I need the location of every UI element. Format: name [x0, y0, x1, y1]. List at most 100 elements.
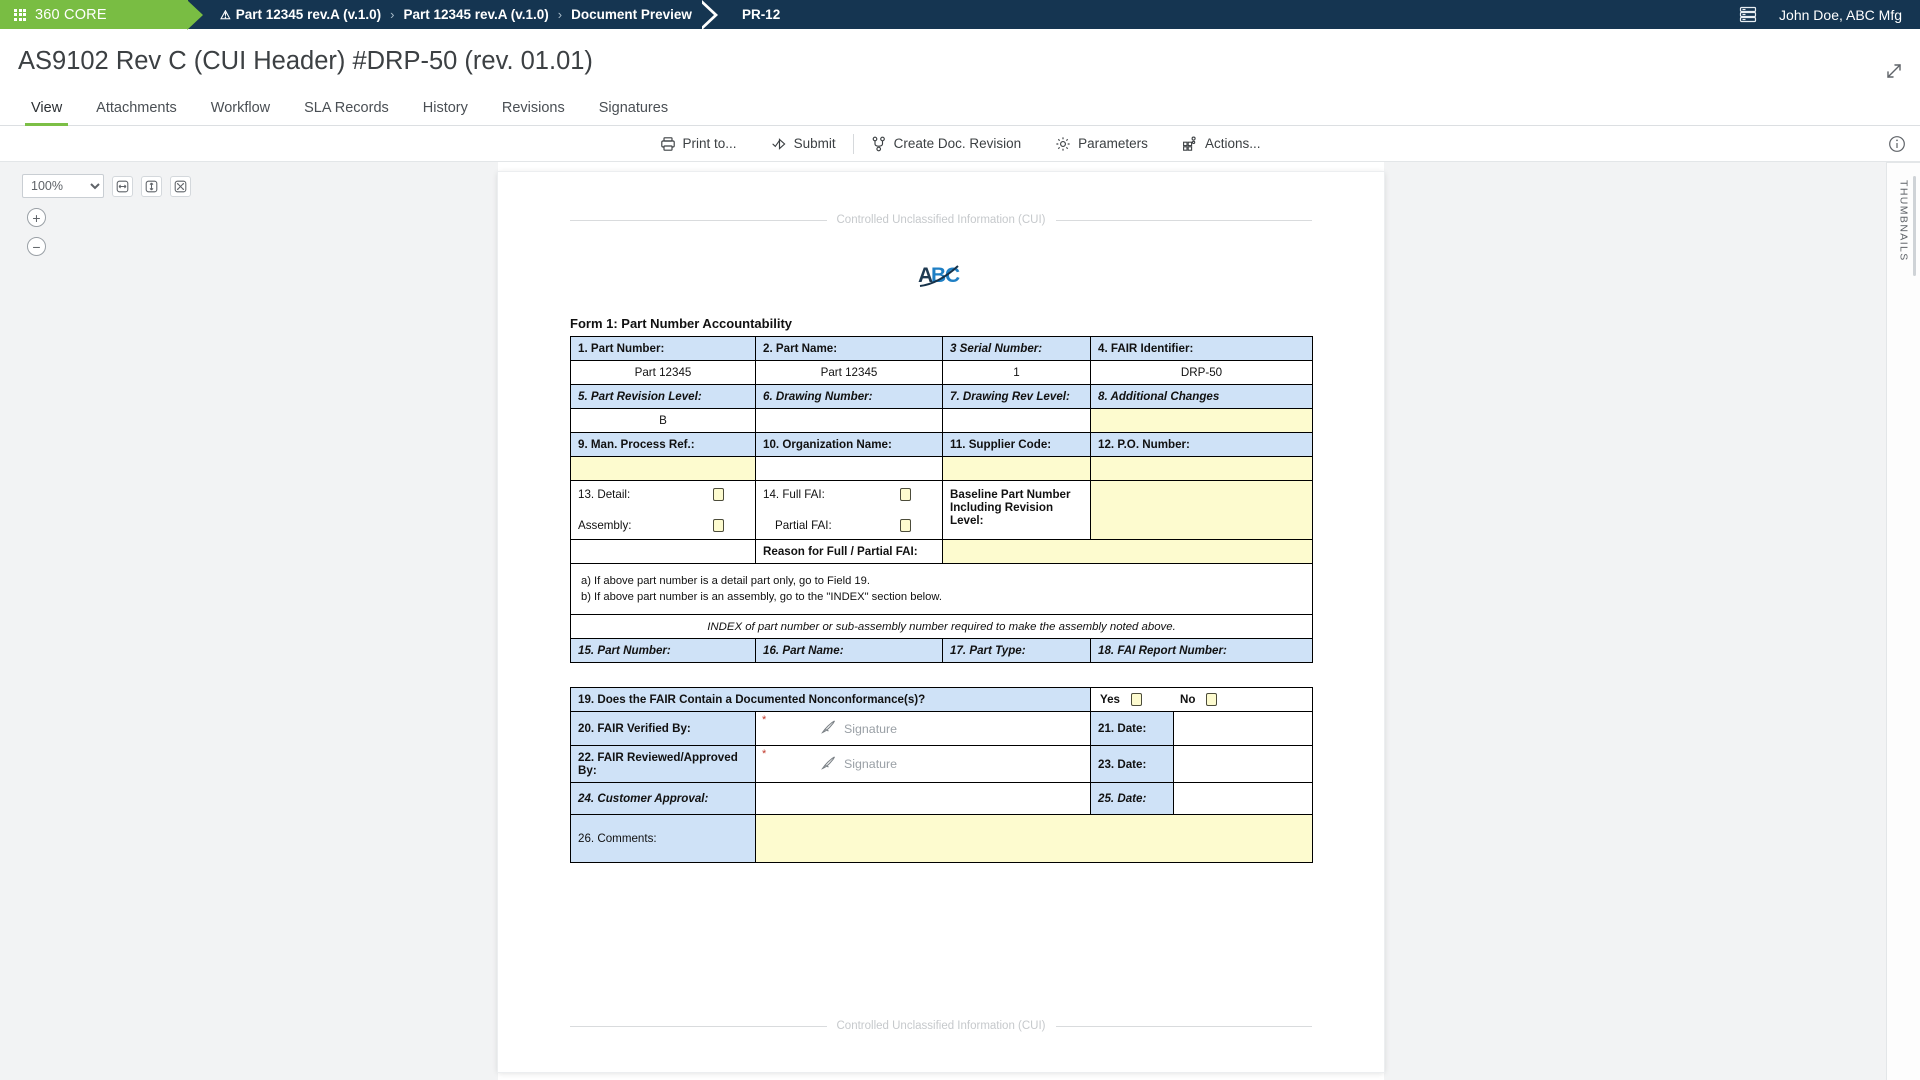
field-25-value[interactable]	[1173, 782, 1313, 815]
viewer-background-right	[1384, 162, 1920, 1080]
empty-cell	[570, 539, 756, 564]
field-12-value[interactable]	[1090, 456, 1313, 481]
fit-page-icon[interactable]	[141, 175, 162, 197]
table-row: 22. FAIR Reviewed/Approved By: * Signatu…	[570, 745, 1313, 783]
part-number-accountability-table: 1. Part Number: 2. Part Name: 3 Serial N…	[570, 336, 1313, 664]
table-row: 19. Does the FAIR Contain a Documented N…	[570, 687, 1313, 712]
topbar-right-group: John Doe, ABC Mfg	[1739, 0, 1920, 29]
field-23-value[interactable]	[1173, 745, 1313, 783]
field-8-label: 8. Additional Changes	[1090, 384, 1313, 409]
tab-workflow[interactable]: Workflow	[194, 94, 287, 125]
field-20-label: 20. FAIR Verified By:	[570, 711, 756, 746]
print-to-button[interactable]: Print to...	[643, 126, 754, 161]
top-navigation-bar: 360 CORE ⚠ Part 12345 rev.A (v.1.0) › Pa…	[0, 0, 1920, 30]
thumbnails-label: THUMBNAILS	[1897, 180, 1910, 262]
field-6-value[interactable]	[755, 408, 943, 433]
zoom-in-icon[interactable]: +	[27, 208, 46, 227]
zoom-select[interactable]: 100%	[22, 174, 104, 198]
assembly-checkbox[interactable]	[713, 519, 724, 532]
table-row: 26. Comments:	[570, 814, 1313, 863]
field-26-value[interactable]	[755, 814, 1313, 863]
table-row: INDEX of part number or sub-assembly num…	[570, 614, 1313, 640]
breadcrumb-item-3[interactable]: Document Preview	[571, 7, 692, 22]
reason-fai-value[interactable]	[942, 539, 1313, 564]
tab-view[interactable]: View	[14, 94, 79, 126]
field-9-label: 9. Man. Process Ref.:	[570, 432, 756, 457]
tab-signatures[interactable]: Signatures	[582, 94, 685, 125]
field-20-signature-cell[interactable]: * Signature	[755, 711, 1091, 746]
field-24-label: 24. Customer Approval:	[570, 782, 756, 815]
document-viewer: 100% + − Controlled Unclassified Informa…	[0, 162, 1920, 1080]
cui-banner-bottom: Controlled Unclassified Information (CUI…	[570, 1020, 1312, 1032]
field-11-label: 11. Supplier Code:	[942, 432, 1091, 457]
branch-icon	[871, 136, 887, 152]
field-9-value[interactable]	[570, 456, 756, 481]
field-22-signature-cell[interactable]: * Signature	[755, 745, 1091, 783]
fit-width-icon[interactable]	[112, 175, 133, 197]
table-row: 15. Part Number: 16. Part Name: 17. Part…	[570, 638, 1313, 664]
baseline-part-number-value[interactable]	[1090, 480, 1313, 540]
field-24-value[interactable]	[755, 782, 1091, 815]
zoom-out-icon[interactable]: −	[27, 237, 46, 256]
rail-scrollbar[interactable]	[1913, 176, 1916, 276]
required-marker: *	[762, 748, 767, 760]
cui-rule-right-bottom	[1055, 1025, 1312, 1027]
breadcrumb-item-2[interactable]: Part 12345 rev.A (v.1.0)	[403, 7, 548, 22]
field-21-value[interactable]	[1173, 711, 1313, 746]
nonconformance-no-checkbox[interactable]	[1206, 693, 1218, 706]
breadcrumb-item-1-label: Part 12345 rev.A (v.1.0)	[235, 7, 382, 22]
field-14-cell: 14. Full FAI: Partial FAI:	[755, 480, 943, 540]
parameters-label: Parameters	[1078, 136, 1148, 151]
tab-history[interactable]: History	[406, 94, 485, 125]
table-row: 24. Customer Approval: 25. Date:	[570, 782, 1313, 815]
expand-icon[interactable]	[1884, 61, 1904, 81]
field-3-label: 3 Serial Number:	[942, 336, 1091, 361]
printer-icon	[660, 136, 676, 152]
page-title: AS9102 Rev C (CUI Header) #DRP-50 (rev. …	[18, 47, 593, 75]
field-5-value: B	[570, 408, 756, 433]
field-7-value[interactable]	[942, 408, 1091, 433]
table-row: 9. Man. Process Ref.: 10. Organization N…	[570, 432, 1313, 457]
tab-attachments[interactable]: Attachments	[79, 94, 194, 125]
table-row: Part 12345 Part 12345 1 DRP-50	[570, 360, 1313, 385]
page-header: AS9102 Rev C (CUI Header) #DRP-50 (rev. …	[0, 29, 1920, 78]
notes-cell: a) If above part number is a detail part…	[570, 562, 1313, 616]
nonconformance-yes-checkbox[interactable]	[1131, 693, 1142, 706]
field-22-signature-placeholder: Signature	[844, 757, 898, 771]
grid-icon	[14, 8, 26, 21]
field-14b-label: Partial FAI:	[775, 519, 832, 532]
submit-button[interactable]: Submit	[754, 126, 853, 161]
field-10-value[interactable]	[755, 456, 943, 481]
parameters-button[interactable]: Parameters	[1038, 126, 1165, 161]
partial-fai-checkbox[interactable]	[900, 519, 911, 532]
field-19-no-label: No	[1180, 693, 1196, 706]
field-13-cell: 13. Detail: Assembly:	[570, 480, 756, 540]
nonconformance-signature-table: 19. Does the FAIR Contain a Documented N…	[570, 687, 1313, 863]
full-fai-checkbox[interactable]	[900, 488, 911, 501]
fullscreen-icon[interactable]	[170, 175, 191, 197]
create-doc-revision-button[interactable]: Create Doc. Revision	[854, 126, 1039, 161]
server-icon[interactable]	[1739, 6, 1757, 23]
field-13-label: 13. Detail:	[578, 488, 631, 501]
warning-icon: ⚠	[220, 7, 231, 22]
info-icon[interactable]	[1888, 135, 1906, 153]
user-name[interactable]: John Doe, ABC Mfg	[1779, 7, 1902, 23]
print-to-label: Print to...	[682, 136, 737, 151]
brand-logo[interactable]: 360 CORE	[0, 0, 203, 30]
field-22-label: 22. FAIR Reviewed/Approved By:	[570, 745, 756, 783]
action-toolbar: Print to... Submit Create Doc. Revision	[0, 126, 1920, 162]
actions-grid-icon	[1182, 136, 1198, 152]
field-6-label: 6. Drawing Number:	[755, 384, 943, 409]
tab-sla-records[interactable]: SLA Records	[287, 94, 406, 125]
field-21-label: 21. Date:	[1090, 711, 1174, 746]
actions-button[interactable]: Actions...	[1165, 126, 1278, 161]
field-11-value[interactable]	[942, 456, 1091, 481]
field-13b-label: Assembly:	[578, 519, 632, 532]
detail-checkbox[interactable]	[713, 488, 724, 501]
note-b: b) If above part number is an assembly, …	[581, 591, 942, 604]
field-8-value[interactable]	[1090, 408, 1313, 433]
tab-revisions[interactable]: Revisions	[485, 94, 582, 125]
breadcrumb-item-1[interactable]: ⚠ Part 12345 rev.A (v.1.0)	[220, 7, 381, 22]
thumbnails-panel[interactable]: THUMBNAILS	[1886, 162, 1920, 1080]
form-title: Form 1: Part Number Accountability	[570, 316, 792, 331]
